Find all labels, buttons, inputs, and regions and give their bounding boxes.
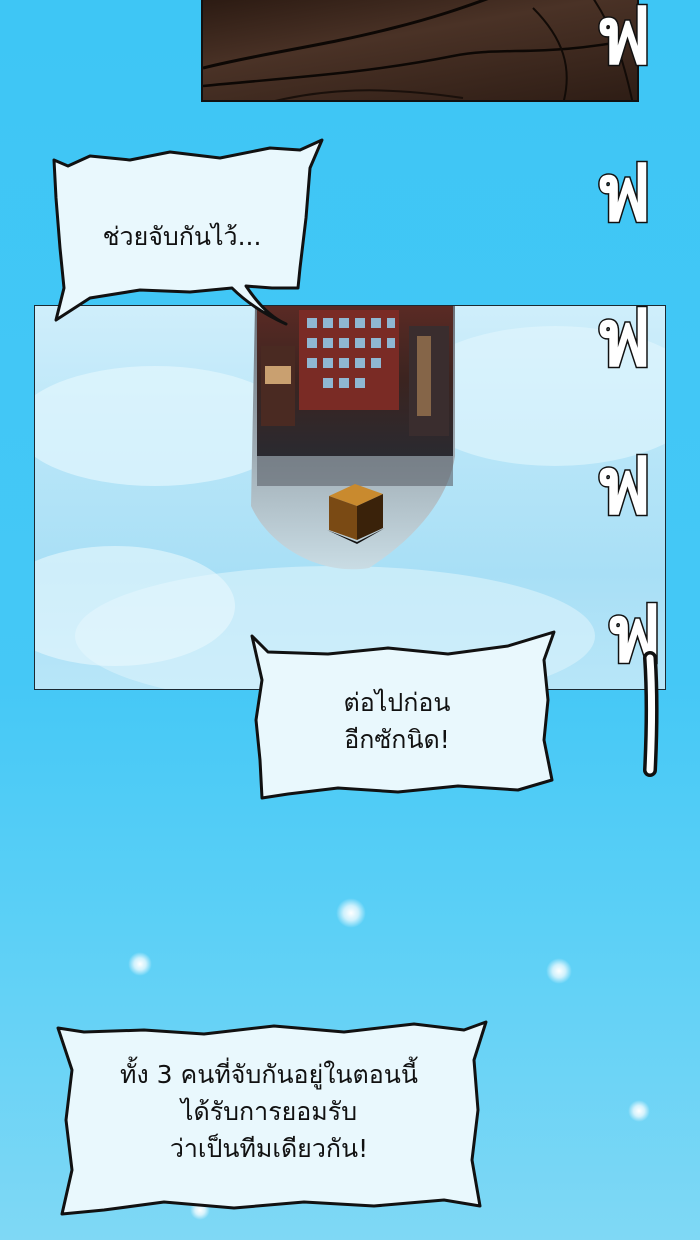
sfx-glyph-2: ฟ: [594, 149, 652, 239]
sfx-glyph-1: ฟ: [594, 0, 652, 82]
sparkle-2: [128, 952, 152, 976]
speech-bubble-3: ทั้ง 3 คนที่จับกันอยู่ในตอนนี้ ได้รับการ…: [54, 1020, 490, 1218]
floating-box-icon: [327, 484, 385, 544]
speech-bubble-2: ต่อไปก่อน อีกซักนิด!: [248, 630, 560, 802]
speech-bubble-1: ช่วยจับกันไว้...: [50, 138, 330, 338]
speech-bubble-2-text: ต่อไปก่อน อีกซักนิด!: [343, 688, 451, 754]
top-panel-image: [201, 0, 639, 102]
sfx-glyph-3: ฟ: [594, 294, 652, 384]
sfx-stroke-line: [643, 651, 659, 777]
sfx-glyph-4: ฟ: [594, 442, 652, 532]
speech-bubble-1-text: ช่วยจับกันไว้...: [102, 222, 262, 251]
speech-bubble-3-text: ทั้ง 3 คนที่จับกันอยู่ในตอนนี้ ได้รับการ…: [120, 1060, 418, 1163]
sparkle-1: [336, 898, 366, 928]
sparkle-4: [628, 1100, 650, 1122]
comic-page: ฟ ฟ ฟ ฟ ฟ ช่วยจับกันไว้... ต่อไปก่อน อีก…: [0, 0, 700, 1240]
sparkle-3: [546, 958, 572, 984]
